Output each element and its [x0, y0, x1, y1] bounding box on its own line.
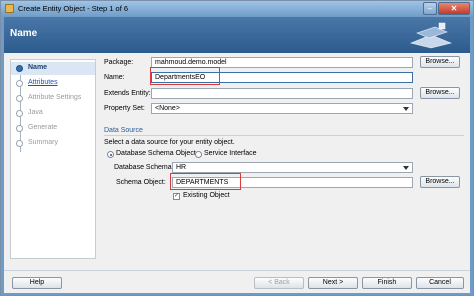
nav-item-attribute-settings: Attribute Settings [11, 92, 95, 105]
nav-item-label: Attribute Settings [28, 94, 82, 101]
radio-service-label[interactable]: Service Interface [204, 150, 257, 157]
minimize-button[interactable]: – [423, 2, 437, 15]
dialog-window: Create Entity Object - Step 1 of 6 – ✕ N… [0, 0, 474, 296]
schema-object-label: Schema Object: [116, 179, 166, 186]
radio-database-schema-object[interactable] [107, 151, 114, 158]
radio-db-label[interactable]: Database Schema Object [116, 150, 196, 157]
nav-item-name[interactable]: Name [11, 62, 95, 75]
wizard-nav: Name Attributes Attribute Settings Java … [10, 59, 96, 259]
package-label: Package: [104, 59, 134, 66]
browse-extends-button[interactable]: Browse... [420, 87, 460, 99]
step-header: Name [4, 17, 470, 53]
title-bar[interactable]: Create Entity Object - Step 1 of 6 – ✕ [1, 1, 473, 17]
chevron-down-icon [403, 166, 409, 170]
property-set-value: <None> [155, 105, 180, 112]
nav-item-java: Java [11, 107, 95, 120]
back-button[interactable]: < Back [254, 277, 304, 289]
nav-item-generate: Generate [11, 122, 95, 135]
step-title: Name [10, 28, 38, 39]
name-label: Name: [104, 74, 125, 81]
schema-object-field[interactable]: DEPARTMENTS [172, 177, 413, 188]
nav-item-summary: Summary [11, 137, 95, 150]
nav-item-label: Summary [28, 139, 58, 146]
nav-step-icon [16, 125, 23, 132]
nav-current-icon [16, 65, 23, 72]
property-set-label: Property Set: [104, 105, 145, 112]
data-source-description: Select a data source for your entity obj… [104, 139, 235, 146]
window-title: Create Entity Object - Step 1 of 6 [18, 4, 129, 13]
extends-entity-field[interactable] [151, 88, 413, 99]
nav-step-icon [16, 80, 23, 87]
data-source-title: Data Source [104, 127, 143, 134]
chevron-down-icon [403, 107, 409, 111]
finish-button[interactable]: Finish [362, 277, 412, 289]
database-schema-select[interactable]: HR [172, 162, 413, 173]
extends-entity-label: Extends Entity: [104, 90, 151, 97]
nav-item-label: Generate [28, 124, 58, 131]
database-schema-value: HR [176, 164, 187, 171]
database-schema-label: Database Schema: [114, 164, 174, 171]
dialog-body: Name Name Attributes Attribute Settings [4, 17, 470, 293]
wizard-art-icon [410, 22, 452, 49]
nav-step-icon [16, 95, 23, 102]
help-button[interactable]: Help [12, 277, 62, 289]
existing-object-checkbox[interactable]: ✓ [173, 193, 180, 200]
package-field[interactable]: mahmoud.demo.model [151, 57, 413, 68]
section-divider [104, 135, 464, 136]
nav-step-icon [16, 140, 23, 147]
nav-step-icon [16, 110, 23, 117]
radio-service-interface[interactable] [195, 151, 202, 158]
nav-item-label: Java [28, 109, 43, 116]
property-set-select[interactable]: <None> [151, 103, 413, 114]
footer-divider [4, 270, 470, 271]
cancel-button[interactable]: Cancel [416, 277, 464, 289]
close-button[interactable]: ✕ [438, 2, 470, 15]
app-icon [5, 4, 14, 13]
existing-object-label[interactable]: Existing Object [183, 192, 230, 199]
browse-package-button[interactable]: Browse... [420, 56, 460, 68]
next-button[interactable]: Next > [308, 277, 358, 289]
nav-item-attributes[interactable]: Attributes [11, 77, 95, 90]
nav-item-label: Attributes [28, 79, 58, 86]
name-field[interactable]: DepartmentsEO [151, 72, 413, 83]
browse-schema-object-button[interactable]: Browse... [420, 176, 460, 188]
nav-item-label: Name [28, 64, 48, 71]
